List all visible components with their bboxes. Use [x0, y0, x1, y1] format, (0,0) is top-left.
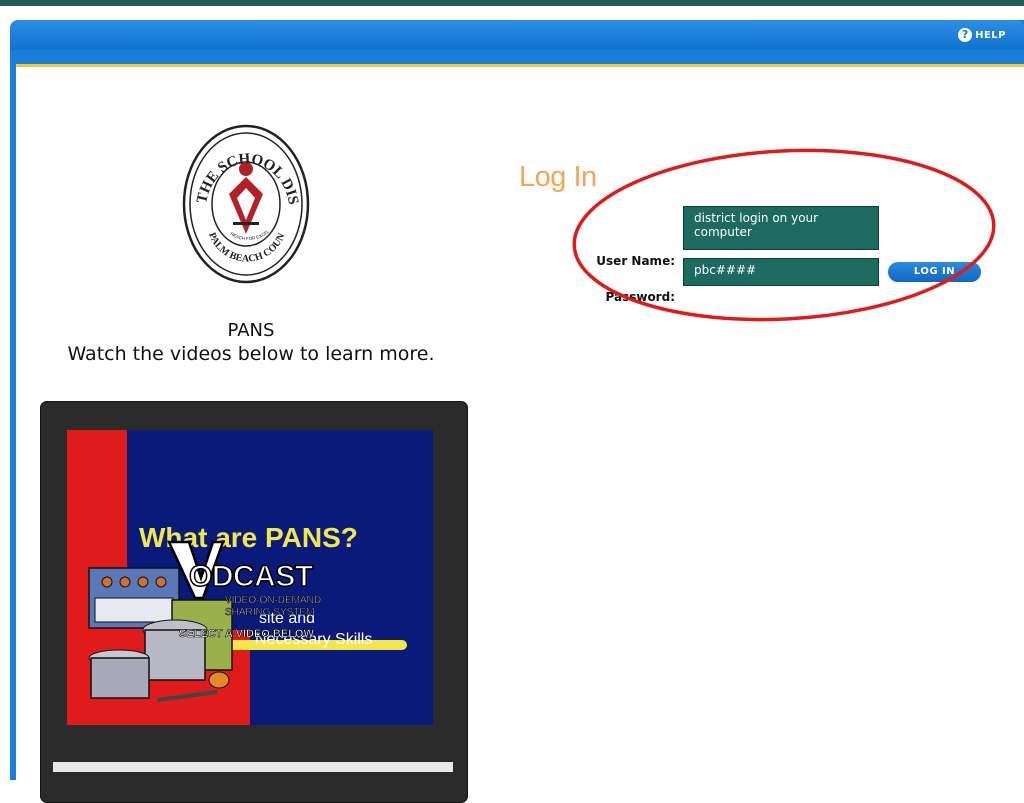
login-title: Log In [519, 161, 597, 193]
header-bar: ? HELP [10, 20, 1024, 50]
top-strip [0, 0, 1024, 6]
help-button[interactable]: ? HELP [958, 26, 1006, 44]
intro-title: PANS [227, 320, 275, 341]
password-field[interactable]: pbc#### [683, 258, 879, 286]
select-video-prompt: SELECT A VIDEO BELOW [179, 628, 314, 641]
password-label: Password: [605, 290, 676, 304]
video-player[interactable]: What are PANS? site and Necessary Skills… [40, 401, 468, 803]
intro-subtitle: Watch the videos below to learn more. [67, 343, 435, 365]
login-button[interactable]: LOG IN [888, 262, 981, 282]
username-label: User Name: [596, 254, 675, 268]
main-content: THE SCHOOL DISTRICT REACH FOR EXCELLENCE… [16, 64, 1024, 803]
video-controls-bar[interactable] [53, 762, 453, 772]
vodcast-brand: ODCAST [188, 559, 314, 594]
vodcast-subtitle-1: VIDEO-ON-DEMAND [225, 595, 322, 607]
video-screen[interactable]: What are PANS? site and Necessary Skills… [67, 430, 433, 725]
school-district-logo: THE SCHOOL DISTRICT REACH FOR EXCELLENCE… [181, 122, 310, 284]
username-field[interactable]: district login on your computer [683, 206, 879, 250]
vodcast-subtitle-2: SHARING SYSTEM [225, 607, 315, 619]
app-window: ? HELP THE SCHOOL DISTRICT [10, 20, 1024, 803]
intro-caption: PANS Watch the videos below to learn mor… [36, 320, 466, 366]
blue-band [10, 50, 1024, 64]
question-circle-icon: ? [958, 28, 973, 42]
help-label: HELP [975, 29, 1006, 41]
